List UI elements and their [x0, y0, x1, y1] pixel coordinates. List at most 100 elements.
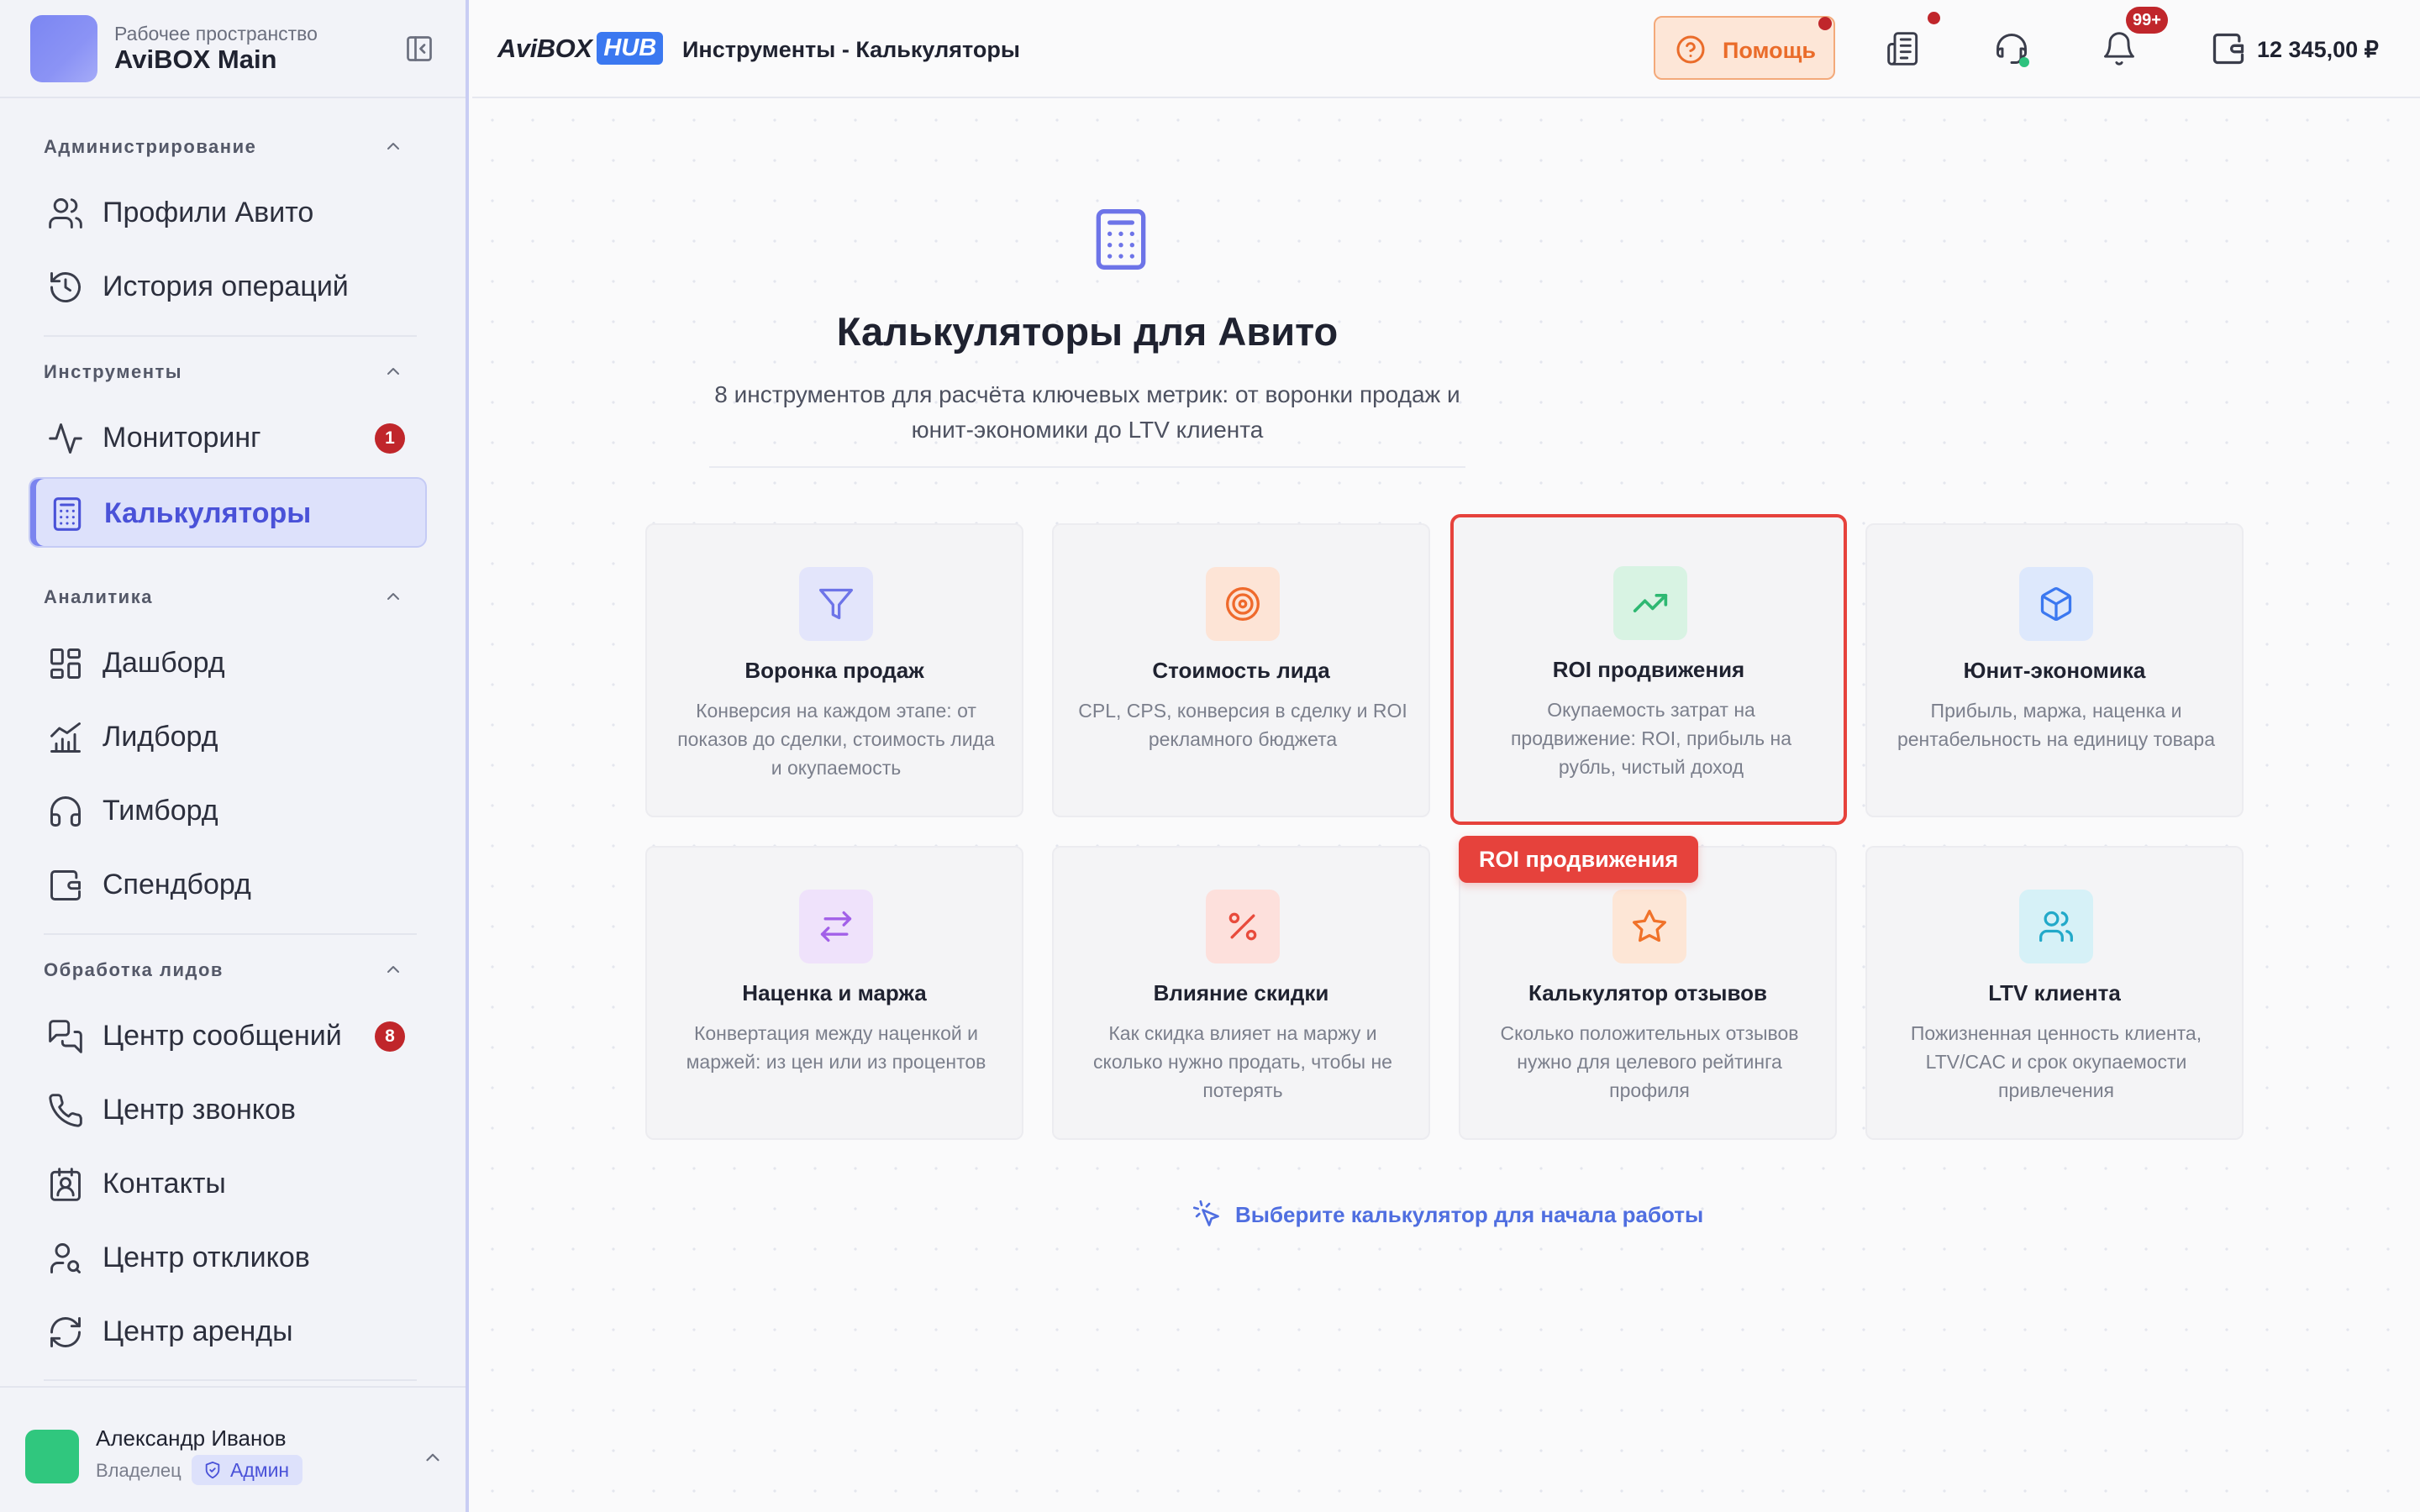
card-description: Пожизненная ценность клиента, LTV/CAC и …: [1910, 1022, 2202, 1101]
role-badge: Админ: [192, 1455, 303, 1485]
user-role: Владелец: [96, 1460, 182, 1481]
chevron-up-icon[interactable]: [422, 1446, 444, 1468]
contacts-icon: [50, 1168, 81, 1201]
card-title: Влияние скидки: [1153, 980, 1329, 1005]
sidebar-item-teamboard[interactable]: Тимборд: [29, 776, 427, 847]
page-title: Калькуляторы для Авито: [836, 309, 1339, 354]
card-icon-box: [1206, 567, 1280, 641]
help-circle-icon: [1676, 35, 1705, 64]
monitoring-count-badge: 1: [375, 423, 405, 454]
sidebar-item-leadboard[interactable]: Лидборд: [29, 702, 427, 773]
section-leads-title[interactable]: Обработка лидов: [44, 959, 224, 981]
selection-tooltip: ROI продвижения: [1459, 836, 1699, 883]
card-icon-box: [1206, 890, 1280, 963]
sidebar-item-label: Центр откликов: [103, 1242, 310, 1273]
funnel-icon: [819, 588, 853, 620]
sidebar-item-label: История операций: [103, 270, 349, 302]
sidebar-item-messages[interactable]: Центр сообщений 8: [29, 1001, 427, 1072]
card-discount-impact[interactable]: Влияние скидки Как скидка влияет на марж…: [1052, 846, 1430, 1140]
sidebar-item-label: Профили Авито: [103, 197, 314, 228]
wallet-icon[interactable]: [2210, 30, 2247, 67]
trending-up-icon: [1633, 594, 1668, 612]
card-description: Как скидка влияет на маржу и сколько нуж…: [1093, 1022, 1392, 1101]
role-badge-label: Админ: [230, 1459, 290, 1481]
box-icon: [2040, 587, 2072, 621]
sidebar-item-monitoring[interactable]: Мониторинг 1: [29, 403, 427, 474]
card-icon-box: [799, 890, 873, 963]
card-unit-economics[interactable]: Юнит-экономика Прибыль, маржа, наценка и…: [1865, 523, 2244, 817]
sidebar-collapse-icon[interactable]: [404, 34, 434, 64]
target-icon: [1226, 587, 1260, 621]
section-divider: [44, 933, 417, 935]
card-markup-margin[interactable]: Наценка и маржа Конвертация между наценк…: [645, 846, 1023, 1140]
sidebar-item-rental[interactable]: Центр аренды: [29, 1297, 427, 1368]
chevron-up-icon[interactable]: [383, 361, 403, 381]
balance-amount[interactable]: 12 345,00 ₽: [2257, 37, 2379, 63]
page-description-line: 8 инструментов для расчёта ключевых метр…: [714, 381, 1460, 407]
card-title: Юнит-экономика: [1963, 658, 2146, 683]
headphones-icon: [50, 796, 81, 827]
page-description-line: юнит-экономики до LTV клиента: [911, 417, 1264, 443]
sidebar-item-dashboard[interactable]: Дашборд: [29, 628, 427, 699]
sidebar-item-label: Мониторинг: [103, 422, 261, 454]
section-admin-title[interactable]: Администрирование: [44, 136, 256, 158]
card-description: Сколько положительных отзывов нужно для …: [1500, 1022, 1799, 1101]
card-reviews-calculator[interactable]: Калькулятор отзывов Сколько положительны…: [1459, 846, 1837, 1140]
sidebar-item-label: Центр аренды: [103, 1315, 293, 1347]
percent-icon: [1228, 912, 1257, 941]
news-icon[interactable]: [1886, 30, 1923, 67]
user-profile-menu[interactable]: Александр Иванов Владелец Админ: [0, 1386, 466, 1512]
section-tools-title[interactable]: Инструменты: [44, 361, 182, 383]
notifications-badge: 99+: [2126, 7, 2168, 34]
card-ltv[interactable]: LTV клиента Пожизненная ценность клиента…: [1865, 846, 2244, 1140]
chevron-up-icon[interactable]: [383, 136, 403, 156]
wallet-icon: [50, 870, 81, 900]
user-name: Александр Иванов: [96, 1425, 287, 1451]
brand-logo-text: AviBOX: [497, 33, 592, 63]
card-icon-box: [799, 567, 873, 641]
sidebar-item-label: Спендборд: [103, 869, 251, 900]
workspace-switcher[interactable]: Рабочее пространство AviBOX Main: [0, 0, 466, 98]
support-online-dot: [2019, 57, 2029, 67]
section-analytics-title[interactable]: Аналитика: [44, 586, 153, 608]
help-button[interactable]: Помощь: [1654, 16, 1835, 80]
top-header: AviBOX HUB Инструменты - Калькуляторы По…: [472, 0, 2420, 98]
card-icon-box: [2019, 890, 2093, 963]
workspace-logo: [30, 15, 97, 82]
sidebar-item-label: Контакты: [103, 1168, 226, 1200]
sidebar-item-calls[interactable]: Центр звонков: [29, 1075, 427, 1146]
help-indicator-dot: [1818, 17, 1832, 30]
chevron-up-icon[interactable]: [383, 959, 403, 979]
card-title: Стоимость лида: [1152, 658, 1330, 683]
sidebar-item-history[interactable]: История операций: [29, 252, 427, 323]
card-lead-cost[interactable]: Стоимость лида CPL, CPS, конверсия в сде…: [1052, 523, 1430, 817]
sidebar-item-responses[interactable]: Центр откликов: [29, 1223, 427, 1294]
bell-icon[interactable]: [2101, 30, 2138, 67]
avatar: [25, 1430, 79, 1483]
sidebar-item-contacts[interactable]: Контакты: [29, 1149, 427, 1220]
card-title: Калькулятор отзывов: [1528, 980, 1767, 1005]
card-roi-promotion[interactable]: ROI продвижения Окупаемость затрат на пр…: [1450, 514, 1847, 825]
help-label: Помощь: [1723, 38, 1817, 63]
card-title: Наценка и маржа: [742, 980, 927, 1005]
refresh-icon: [50, 1317, 81, 1347]
sidebar-item-label: Центр сообщений: [103, 1020, 342, 1052]
breadcrumb: Инструменты - Калькуляторы: [682, 37, 1020, 62]
card-description: Окупаемость затрат на продвижение: ROI, …: [1510, 699, 1792, 778]
sidebar-item-spendboard[interactable]: Спендборд: [29, 850, 427, 921]
card-icon-box: [2019, 567, 2093, 641]
chevron-up-icon[interactable]: [383, 586, 403, 606]
workspace-name: AviBOX Main: [114, 45, 277, 74]
star-icon: [1633, 910, 1666, 942]
card-sales-funnel[interactable]: Воронка продаж Конверсия на каждом этапе…: [645, 523, 1023, 817]
messages-count-badge: 8: [375, 1021, 405, 1052]
calculator-icon: [1096, 209, 1146, 270]
calculators-page: Калькуляторы для Авито 8 инструментов дл…: [472, 100, 2420, 1512]
sidebar-item-label: Лидборд: [103, 721, 218, 753]
brand-logo[interactable]: AviBOX HUB: [497, 32, 664, 65]
section-divider: [44, 1379, 417, 1381]
sidebar-item-calculators[interactable]: Калькуляторы: [29, 477, 427, 548]
sidebar-item-avito-profiles[interactable]: Профили Авито: [29, 178, 427, 249]
sidebar-item-label: Калькуляторы: [104, 497, 312, 529]
sidebar-item-label: Центр звонков: [103, 1094, 296, 1126]
